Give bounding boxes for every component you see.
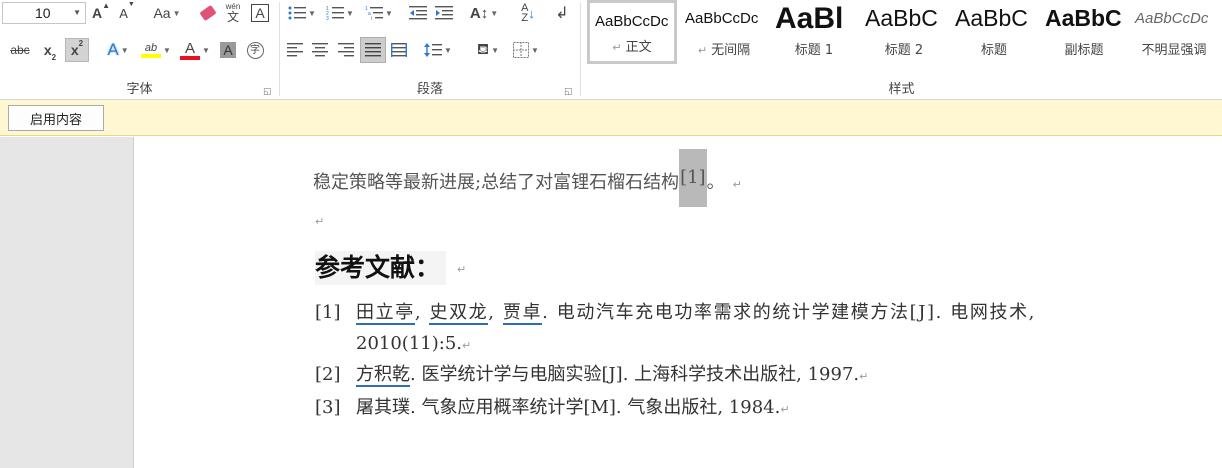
sort-icon: AZ (521, 2, 529, 24)
bullets-button[interactable]: ▼ (284, 1, 320, 25)
subscript-button[interactable]: x2 (38, 38, 62, 62)
reference-number: [1] (315, 302, 341, 323)
asian-layout-button[interactable]: A↕ ▼ (466, 1, 502, 25)
decrease-indent-icon (409, 6, 427, 20)
font-group: 10 ▼ A ▲ A ▼ Aa ▼ wén 文 A abc x2 x2 A ▼ … (0, 0, 279, 100)
body-paragraph: 稳定策略等最新进展;总结了对富锂石榴石结构[1]。 ↵ (313, 149, 742, 207)
svg-text:3: 3 (326, 16, 329, 21)
paragraph-mark: ↵ (315, 215, 325, 228)
align-center-icon (312, 43, 328, 57)
navigation-panel (0, 137, 134, 468)
justify-icon (365, 43, 381, 57)
reference-text: 方积乾. 医学统计学与电脑实验[J]. 上海科学技术出版社, 1997.↵ (356, 364, 869, 387)
font-size-combo[interactable]: 10 ▼ (2, 2, 86, 24)
paint-bucket-icon: ⛾ (476, 40, 490, 58)
author-name[interactable]: 方积乾 (356, 364, 410, 387)
styles-group-label: 样式 (888, 82, 915, 97)
enable-content-button[interactable]: 启用内容 (8, 105, 104, 131)
enclose-char-button[interactable]: 字 (244, 38, 266, 62)
numbering-button[interactable]: 1 2 3 ▼ (322, 1, 358, 25)
author-name[interactable]: 贾卓 (502, 302, 543, 325)
char-border-button[interactable]: A (249, 1, 271, 25)
references-heading: 参考文献： (315, 251, 447, 285)
reference-number: [2] (315, 364, 341, 385)
security-message-bar: 启用内容 (0, 100, 1222, 136)
clear-format-button[interactable] (197, 1, 219, 25)
paragraph-group-label: 段落 (416, 82, 443, 97)
paragraph-mark: ↵ (732, 178, 742, 191)
multilevel-list-icon: 1ai (365, 6, 384, 21)
justify-button[interactable] (360, 37, 386, 63)
phonetic-guide-button[interactable]: wén 文 (222, 0, 244, 24)
align-left-button[interactable] (284, 38, 306, 62)
reference-text: 田立亭, 史双龙, 贾卓. 电动汽车充电功率需求的统计学建模方法[J]. 电网技… (356, 302, 1037, 325)
chevron-down-icon[interactable]: ▼ (73, 3, 81, 23)
paragraph-mark: ↵ (457, 263, 467, 276)
highlight-color-bar (141, 54, 162, 58)
reference-text-continued: 2010(11):5.↵ (356, 333, 472, 354)
align-center-button[interactable] (309, 38, 331, 62)
author-name[interactable]: 田立亭 (356, 302, 415, 325)
shrink-font-button[interactable]: A ▼ (116, 1, 138, 25)
show-marks-button[interactable]: ↲ (550, 1, 574, 25)
line-spacing-button[interactable]: ▼ (420, 38, 456, 62)
styles-group: 样式 (581, 0, 1222, 100)
align-right-icon (338, 43, 354, 57)
author-name[interactable]: 史双龙 (429, 302, 489, 325)
multilevel-list-button[interactable]: 1 a i ▼ (362, 1, 396, 25)
paragraph-dialog-launcher-icon[interactable]: ◱ (564, 86, 574, 96)
reference-number: [3] (315, 397, 341, 418)
reference-text: 屠其璞. 气象应用概率统计学[M]. 气象出版社, 1984.↵ (356, 397, 790, 418)
line-spacing-icon (424, 43, 443, 57)
highlight-button[interactable]: ab ▼ (138, 38, 174, 62)
font-color-button[interactable]: A ▼ (178, 38, 212, 62)
borders-icon (513, 42, 530, 58)
asian-layout-icon: A↕ (469, 4, 489, 22)
superscript-button[interactable]: x2 (65, 38, 89, 62)
increase-indent-icon (435, 6, 453, 20)
svg-text:i: i (371, 16, 372, 21)
shading-button[interactable]: ⛾ ▼ (470, 38, 506, 62)
distributed-icon (391, 43, 407, 57)
font-dialog-launcher-icon[interactable]: ◱ (263, 86, 273, 96)
font-color-bar (180, 55, 201, 60)
font-group-label: 字体 (126, 82, 153, 97)
increase-indent-button[interactable] (432, 1, 456, 25)
citation-field[interactable]: [1] (679, 149, 707, 207)
decrease-indent-button[interactable] (406, 1, 430, 25)
paragraph-group: ▼ 1 2 3 ▼ 1 a i ▼ A↕ ▼ A Z ↓ ↲ ▼ ⛾ ▼ ▼ 段… (280, 0, 580, 100)
sort-button[interactable]: A Z ↓ (516, 1, 540, 25)
change-case-button[interactable]: Aa ▼ (150, 1, 184, 25)
document-page[interactable]: 稳定策略等最新进展;总结了对富锂石榴石结构[1]。 ↵ ↵ 参考文献： ↵ [1]… (135, 137, 1222, 468)
grow-font-button[interactable]: A ▲ (90, 1, 112, 25)
align-right-button[interactable] (335, 38, 357, 62)
numbering-icon: 123 (326, 6, 345, 21)
distributed-button[interactable] (388, 38, 410, 62)
ribbon: 10 ▼ A ▲ A ▼ Aa ▼ wén 文 A abc x2 x2 A ▼ … (0, 0, 1222, 100)
text-effects-button[interactable]: A ▼ (100, 38, 136, 62)
font-size-value: 10 (35, 5, 51, 21)
align-left-icon (287, 43, 303, 57)
char-shading-button[interactable]: A (217, 38, 239, 62)
bullets-icon (288, 6, 307, 20)
strikethrough-button[interactable]: abc (4, 38, 36, 62)
return-arrow-icon: ↲ (555, 5, 569, 22)
borders-button[interactable]: ▼ (508, 38, 544, 62)
eraser-icon (199, 4, 217, 22)
